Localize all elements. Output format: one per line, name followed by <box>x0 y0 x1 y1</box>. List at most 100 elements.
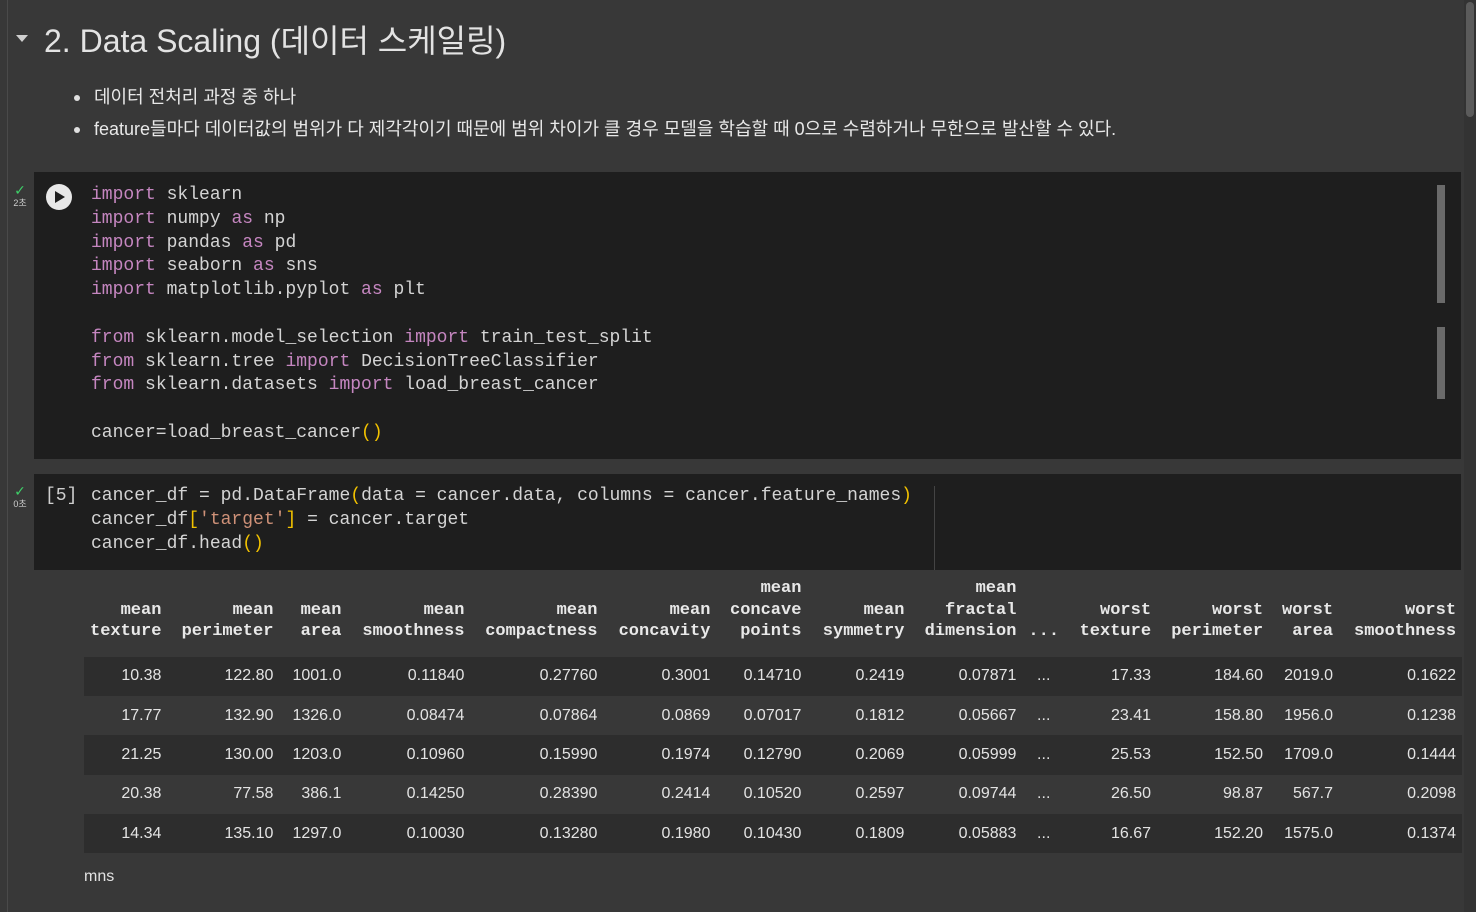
table-cell: 0.15990 <box>470 735 604 775</box>
table-cell: 130.00 <box>167 735 280 775</box>
table-cell: 0.09744 <box>910 774 1023 815</box>
code-line: cancer_df.head() <box>91 533 264 554</box>
table-cell: 0.05667 <box>910 695 1023 736</box>
table-cell: 0.1809 <box>807 814 911 854</box>
column-header-line: mean <box>120 600 162 620</box>
chevron-down-icon[interactable] <box>12 29 32 49</box>
column-header: mean compactness <box>470 578 603 657</box>
check-icon: ✓ <box>14 182 26 198</box>
table-row: 21.25 130.00 1203.0 0.10960 0.15990 0.1974 0.1… <box>84 735 1463 775</box>
table-cell: 0.07871 <box>910 656 1023 696</box>
table-cell: 0.3001 <box>603 656 717 696</box>
column-header-line: concavity <box>618 622 711 641</box>
table-row: 10.38 122.80 1001.0 0.11840 0.27760 0.3001 0.1… <box>84 656 1463 696</box>
play-icon <box>55 191 65 203</box>
code-editor[interactable]: cancer_df = pd.DataFrame(data = cancer.d… <box>91 485 912 556</box>
table-cell: 0.2069 <box>807 735 911 775</box>
table-cell: 0.07017 <box>716 695 808 736</box>
run-cell-button[interactable] <box>46 184 72 210</box>
column-header: mean concave points <box>716 578 807 657</box>
execution-count: [5] <box>45 486 78 506</box>
column-header-line: mean <box>423 600 465 620</box>
code-editor[interactable]: import sklearn import numpy as np import… <box>91 184 653 446</box>
table-cell: 0.14710 <box>716 656 808 696</box>
code-line: cancer=load_breast_cancer() <box>91 422 383 443</box>
column-header-line: texture <box>1079 622 1152 641</box>
table-cell: 184.60 <box>1157 656 1270 696</box>
table-cell: 386.1 <box>279 774 348 815</box>
table-cell: 0.2597 <box>807 774 911 815</box>
table-cell: 135.10 <box>167 814 280 854</box>
column-header-line: symmetry <box>822 622 905 641</box>
table-cell: 0.1238 <box>1339 695 1463 736</box>
code-line: from sklearn.datasets import load_breast… <box>91 375 599 396</box>
code-line: from sklearn.tree import DecisionTreeCla… <box>91 351 599 372</box>
table-cell: 0.12790 <box>716 735 808 775</box>
table-cell: 0.10960 <box>347 735 471 775</box>
column-header: mean concavity <box>603 578 716 657</box>
column-header: worst smoothness <box>1339 578 1462 657</box>
table-cell: 1001.0 <box>279 656 348 696</box>
cell-run-time: 0초 <box>13 499 27 509</box>
column-header: mean fractal dimension <box>910 578 1022 657</box>
table-cell: 16.67 <box>1065 814 1158 854</box>
code-cell[interactable]: [5] cancer_df = pd.DataFrame(data = canc… <box>34 474 1461 570</box>
code-cell[interactable]: import sklearn import numpy as np import… <box>34 172 1461 459</box>
table-cell: ... <box>1022 695 1066 736</box>
table-cell: 23.41 <box>1065 695 1158 736</box>
table-cell: 1203.0 <box>279 735 348 775</box>
column-header-line: smoothness <box>362 622 465 641</box>
scrollbar[interactable] <box>1464 0 1476 912</box>
cell-output: mean texture mean perimeter mean area mean smoo… <box>84 578 1463 854</box>
code-line: import pandas as pd <box>91 232 297 253</box>
column-header-line: ... <box>1028 622 1060 641</box>
table-cell: 0.2419 <box>807 656 911 696</box>
cell-run-time: 2초 <box>13 198 27 208</box>
column-header-line: worst <box>1405 600 1457 620</box>
code-line: import matplotlib.pyplot as plt <box>91 280 426 301</box>
column-header-line: fractal <box>945 600 1017 620</box>
table-cell: 0.2414 <box>603 774 717 815</box>
table-cell: 132.90 <box>167 695 280 736</box>
column-header-line: perimeter <box>1171 622 1264 641</box>
column-header-line: points <box>740 622 802 641</box>
table-cell: 21.25 <box>84 735 168 775</box>
table-cell: 0.28390 <box>470 774 604 815</box>
section-heading: 2. Data Scaling (데이터 스케일링) <box>12 16 506 62</box>
column-header-line: mean <box>760 579 802 598</box>
output-footer: mns <box>84 868 115 885</box>
column-header: mean texture <box>84 578 167 657</box>
table-cell: 0.11840 <box>347 656 471 696</box>
table-cell: 0.05883 <box>910 814 1023 854</box>
table-cell: 2019.0 <box>1269 656 1340 696</box>
table-cell: 1575.0 <box>1269 814 1340 854</box>
column-header-line: smoothness <box>1354 622 1457 641</box>
column-header: ... <box>1022 578 1065 657</box>
section-title: 2. Data Scaling (데이터 스케일링) <box>44 23 507 59</box>
column-header-line: area <box>300 622 342 641</box>
table-cell: ... <box>1022 774 1066 815</box>
table-cell: 0.10520 <box>716 774 808 815</box>
column-header: mean area <box>279 578 347 657</box>
table-cell: 0.10430 <box>716 814 808 854</box>
scroll-thumb[interactable] <box>1466 2 1474 117</box>
column-header-line: worst <box>1212 600 1264 620</box>
table-cell: 1326.0 <box>279 695 348 736</box>
table-cell: 1956.0 <box>1269 695 1340 736</box>
table-cell: 1709.0 <box>1269 735 1340 775</box>
check-icon: ✓ <box>14 483 26 499</box>
table-cell: 158.80 <box>1157 695 1270 736</box>
table-cell: 20.38 <box>84 774 168 815</box>
column-header-line: mean <box>232 600 274 620</box>
table-cell: ... <box>1022 735 1066 775</box>
column-header-line: area <box>1292 622 1334 641</box>
table-cell: 0.1374 <box>1339 814 1463 854</box>
table-cell: 152.50 <box>1157 735 1270 775</box>
minimap-marker <box>1437 327 1445 399</box>
code-line: import seaborn as sns <box>91 256 318 277</box>
table-cell: 77.58 <box>167 774 280 815</box>
table-cell: 0.08474 <box>347 695 471 736</box>
dataframe-table: mean texture mean perimeter mean area mean smoo… <box>84 578 1463 854</box>
